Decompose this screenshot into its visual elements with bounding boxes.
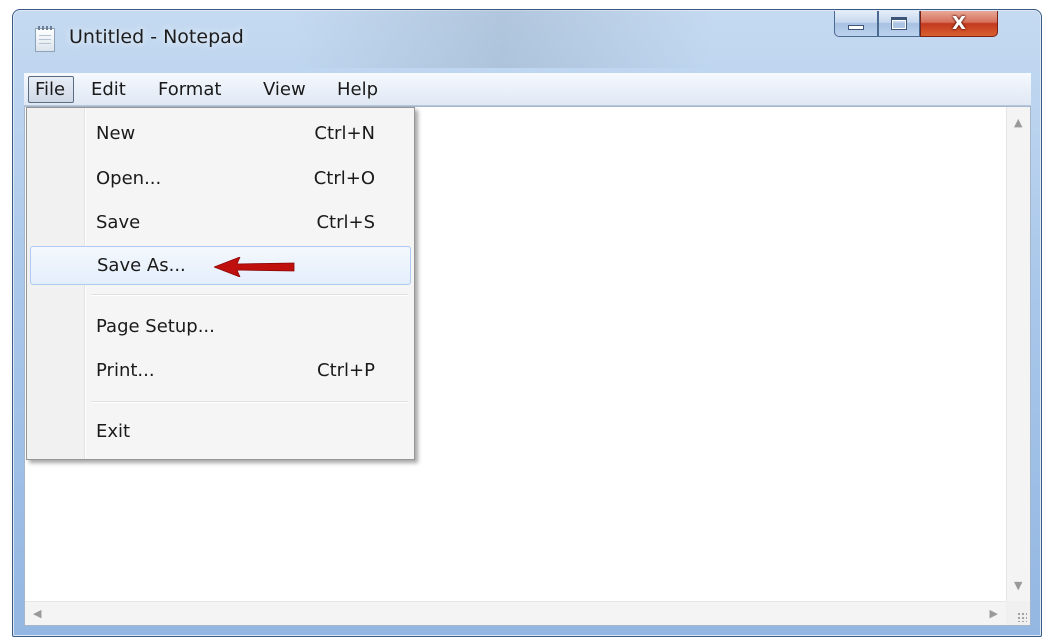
notepad-icon[interactable] (35, 26, 55, 52)
menu-edit[interactable]: Edit (85, 76, 132, 103)
scroll-left-icon[interactable]: ◀ (33, 608, 41, 619)
scroll-corner (1006, 601, 1030, 625)
menu-item-shortcut: Ctrl+N (314, 123, 375, 144)
menu-separator (91, 401, 408, 403)
menu-file[interactable]: File (28, 76, 74, 103)
menu-item-label: New (96, 123, 136, 144)
menu-item-shortcut: Ctrl+S (316, 212, 375, 233)
minimize-icon (848, 25, 864, 30)
file-menu-dropdown: New Ctrl+N Open... Ctrl+O Save Ctrl+S Sa… (26, 107, 415, 460)
menu-item-exit[interactable]: Exit (30, 412, 411, 451)
menu-item-label: Exit (96, 421, 131, 442)
resize-grip-icon[interactable] (1017, 612, 1027, 622)
menu-item-page-setup[interactable]: Page Setup... (30, 307, 411, 346)
menu-format[interactable]: Format (152, 76, 227, 103)
vertical-scrollbar[interactable]: ▲ ▼ (1006, 107, 1030, 601)
menu-item-label: Open... (96, 168, 162, 189)
close-icon: X (952, 12, 966, 34)
menu-item-label: Save As... (97, 255, 186, 276)
menu-item-print[interactable]: Print... Ctrl+P (30, 351, 411, 390)
menu-item-new[interactable]: New Ctrl+N (30, 114, 411, 153)
menu-view[interactable]: View (257, 76, 312, 103)
menu-item-save-as[interactable]: Save As... (30, 246, 411, 285)
minimize-button[interactable] (834, 11, 878, 37)
window-title: Untitled - Notepad (69, 26, 244, 48)
scroll-up-icon[interactable]: ▲ (1014, 117, 1022, 128)
scroll-right-icon[interactable]: ▶ (990, 608, 998, 619)
red-arrow-icon (214, 257, 295, 277)
menu-item-save[interactable]: Save Ctrl+S (30, 203, 411, 242)
horizontal-scrollbar[interactable]: ◀ ▶ (25, 601, 1006, 625)
menu-item-open[interactable]: Open... Ctrl+O (30, 159, 411, 198)
menu-item-shortcut: Ctrl+O (313, 168, 375, 189)
menu-item-label: Save (96, 212, 141, 233)
menu-help[interactable]: Help (331, 76, 384, 103)
menu-item-label: Print... (96, 360, 155, 381)
menu-bar: File Edit Format View Help (24, 73, 1031, 106)
scroll-down-icon[interactable]: ▼ (1014, 580, 1022, 591)
menu-item-label: Page Setup... (96, 316, 215, 337)
title-bar[interactable]: Untitled - Notepad X (13, 10, 1041, 66)
maximize-button[interactable] (878, 11, 920, 37)
menu-item-shortcut: Ctrl+P (317, 360, 375, 381)
close-button[interactable]: X (920, 11, 998, 37)
maximize-icon (891, 17, 907, 30)
menu-separator (91, 294, 408, 296)
